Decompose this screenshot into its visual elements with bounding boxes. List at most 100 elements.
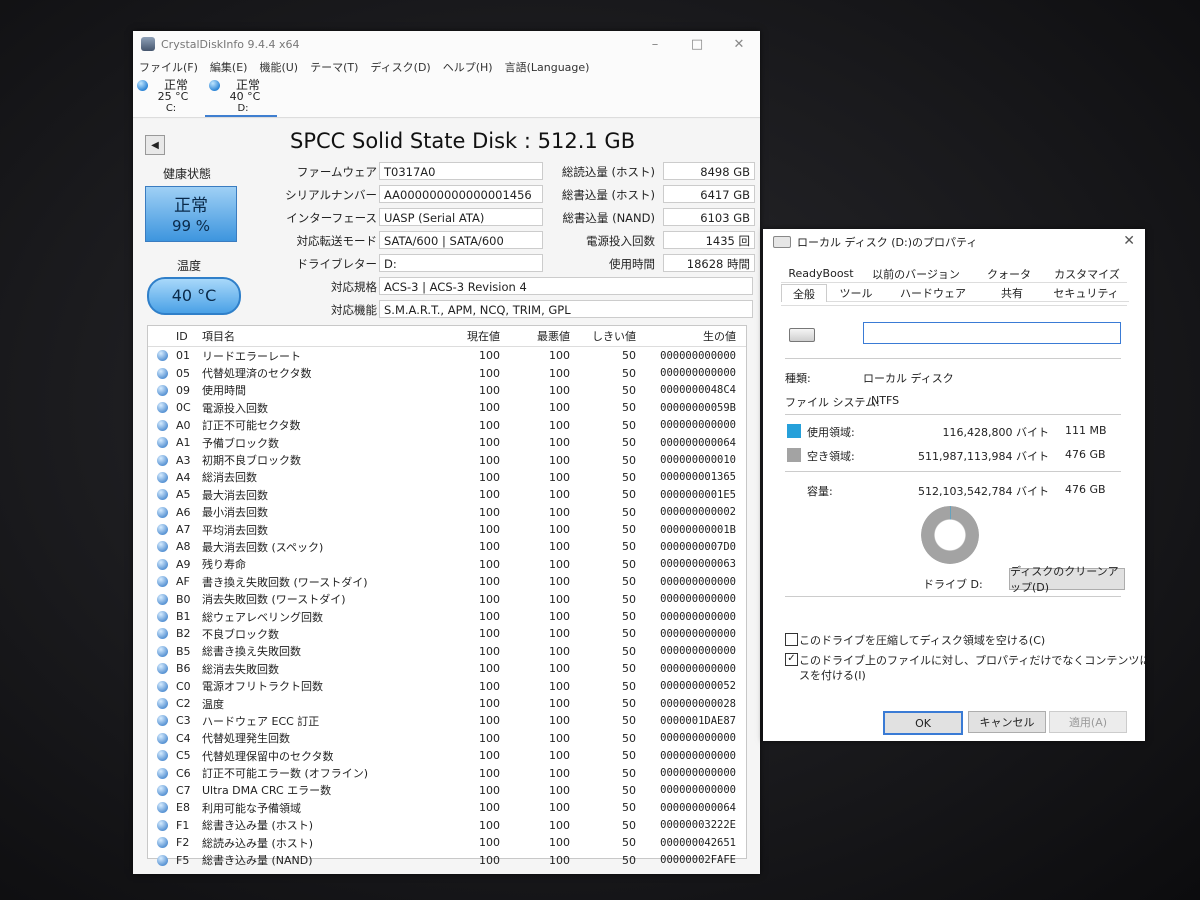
table-row[interactable]: A3 初期不良ブロック数 100 100 50 000000000010 [148,451,746,468]
drive-tab-c[interactable]: 正常 25 °C C: [133,77,205,115]
table-row[interactable]: E8 利用可能な予備領域 100 100 50 000000000064 [148,799,746,816]
table-row[interactable]: C4 代替処理発生回数 100 100 50 000000000000 [148,730,746,747]
smart-attribute-table[interactable]: ID 項目名 現在値 最悪値 しきい値 生の値 01 リードエラーレート 100 10… [147,325,747,867]
status-dot-cell [148,698,176,709]
menu-edit[interactable]: 編集(E) [210,59,248,75]
attr-id: B0 [176,592,191,606]
menu-function[interactable]: 機能(U) [259,59,298,75]
header-threshold[interactable]: しきい値 [570,328,636,344]
power-count-value: 1435 回 [663,231,755,249]
header-worst[interactable]: 最悪値 [500,328,570,344]
menu-theme[interactable]: テーマ(T) [310,59,358,75]
table-row[interactable]: 01 リードエラーレート 100 100 50 000000000000 [148,347,746,364]
disk-info-panel: ◀ SPCC Solid State Disk : 512.1 GB 健康状態 … [133,119,760,874]
serial-label: シリアルナンバー [285,188,377,202]
attr-raw: 0000001DAE87 [660,714,736,727]
table-row[interactable]: B0 消去失敗回数 (ワーストダイ) 100 100 50 000000000000 [148,590,746,607]
compress-checkbox[interactable] [785,633,798,646]
table-row[interactable]: C5 代替処理保留中のセクタ数 100 100 50 000000000000 [148,747,746,764]
table-row[interactable]: C7 Ultra DMA CRC エラー数 100 100 50 000000000000 [148,782,746,799]
table-row[interactable]: 05 代替処理済のセクタ数 100 100 50 000000000000 [148,364,746,381]
table-row[interactable]: A6 最小消去回数 100 100 50 000000000002 [148,504,746,521]
table-row[interactable]: B2 不良ブロック数 100 100 50 000000000000 [148,625,746,642]
compress-label[interactable]: このドライブを圧縮してディスク領域を空ける(C) [799,632,1045,648]
attr-current: 100 [479,592,500,606]
table-row[interactable]: A9 残り寿命 100 100 50 000000000063 [148,556,746,573]
previous-disk-button[interactable]: ◀ [145,135,165,155]
drive-letter: C: [165,103,177,114]
table-row[interactable]: AF 書き換え失敗回数 (ワーストダイ) 100 100 50 000000000000 [148,573,746,590]
title-bar: CrystalDiskInfo 9.4.4 x64 – □ ✕ [133,31,760,57]
attr-id: 09 [176,383,190,397]
status-dot-icon [156,802,168,814]
header-raw[interactable]: 生の値 [636,328,736,344]
table-row[interactable]: C6 訂正不可能エラー数 (オフライン) 100 100 50 000000000000 [148,764,746,781]
table-row[interactable]: C2 温度 100 100 50 000000000028 [148,695,746,712]
table-row[interactable]: A5 最大消去回数 100 100 50 0000000001E5 [148,486,746,503]
attr-id: A0 [176,418,191,432]
table-row[interactable]: B6 総消去失敗回数 100 100 50 000000000000 [148,660,746,677]
header-name[interactable]: 項目名 [202,328,430,344]
attr-threshold: 50 [622,488,636,502]
tab-previous-versions[interactable]: 以前のバージョン [861,265,971,283]
tab-tools[interactable]: ツール [827,284,885,302]
attr-threshold: 50 [622,662,636,676]
minimize-icon[interactable]: – [634,31,676,57]
table-row[interactable]: A7 平均消去回数 100 100 50 00000000001B [148,521,746,538]
header-id[interactable]: ID [148,330,202,343]
attr-current: 100 [479,818,500,832]
drive-tab-d[interactable]: 正常 40 °C D: [205,77,277,117]
drive-letter-value: D: [379,254,543,272]
index-checkbox[interactable]: ✓ [785,653,798,666]
attr-raw: 000000000000 [660,349,736,362]
table-row[interactable]: C3 ハードウェア ECC 訂正 100 100 50 0000001DAE87 [148,712,746,729]
table-row[interactable]: 0C 電源投入回数 100 100 50 00000000059B [148,399,746,416]
table-row[interactable]: B1 総ウェアレベリング回数 100 100 50 000000000000 [148,608,746,625]
window-title: CrystalDiskInfo 9.4.4 x64 [161,37,300,51]
tab-hardware[interactable]: ハードウェア [885,284,981,302]
attr-name: 総書き換え失敗回数 [202,645,301,659]
table-row[interactable]: A8 最大消去回数 (スペック) 100 100 50 0000000007D0 [148,538,746,555]
tab-customize[interactable]: カスタマイズ [1047,265,1127,283]
attr-threshold: 50 [622,801,636,815]
disk-cleanup-button[interactable]: ディスクのクリーンアップ(D) [1009,565,1125,594]
table-row[interactable]: F5 総書き込み量 (NAND) 100 100 50 00000002FAFE [148,851,746,868]
menu-disk[interactable]: ディスク(D) [370,59,430,75]
tab-quota[interactable]: クォータ [971,265,1047,283]
table-row[interactable]: C0 電源オフリトラクト回数 100 100 50 000000000052 [148,677,746,694]
volume-label-input[interactable] [863,322,1121,344]
tab-general[interactable]: 全般 [781,284,827,302]
menu-file[interactable]: ファイル(F) [139,59,198,75]
table-row[interactable]: F2 総読み込み量 (ホスト) 100 100 50 000000042651 [148,834,746,851]
tab-security[interactable]: セキュリティ [1043,284,1129,302]
status-dot-cell [148,784,176,796]
attr-worst: 100 [549,436,570,450]
table-row[interactable]: A4 総消去回数 100 100 50 000000001365 [148,469,746,486]
status-dot-cell [148,384,176,396]
table-row[interactable]: 09 使用時間 100 100 50 0000000048C4 [148,382,746,399]
attr-current: 100 [479,801,500,815]
tab-sharing[interactable]: 共有 [981,284,1043,302]
apply-button[interactable]: 適用(A) [1049,711,1127,733]
ok-button[interactable]: OK [883,711,963,735]
menu-language[interactable]: 言語(Language) [505,59,590,75]
index-label-line1[interactable]: このドライブ上のファイルに対し、プロパティだけでなくコンテンツにもインデック [799,652,1145,668]
close-icon[interactable]: ✕ [1123,233,1135,249]
header-current[interactable]: 現在値 [430,328,500,344]
drive-bar: 正常 25 °C C: 正常 40 °C D: [133,77,760,118]
attr-threshold: 50 [622,592,636,606]
table-row[interactable]: A1 予備ブロック数 100 100 50 000000000064 [148,434,746,451]
table-row[interactable]: A0 訂正不可能セクタ数 100 100 50 000000000000 [148,417,746,434]
attr-name: 初期不良ブロック数 [202,454,301,468]
table-row[interactable]: B5 総書き換え失敗回数 100 100 50 000000000000 [148,643,746,660]
tab-readyboost[interactable]: ReadyBoost [781,265,861,283]
table-row[interactable]: F1 総書き込み量 (ホスト) 100 100 50 00000003222E [148,817,746,834]
attr-worst: 100 [549,575,570,589]
cancel-button[interactable]: キャンセル [968,711,1046,733]
index-label-line2[interactable]: スを付ける(I) [799,667,866,683]
close-icon[interactable]: ✕ [718,31,760,57]
menu-help[interactable]: ヘルプ(H) [443,59,493,75]
attr-current: 100 [479,575,500,589]
maximize-icon[interactable]: □ [676,31,718,57]
status-dot-icon [156,489,168,501]
